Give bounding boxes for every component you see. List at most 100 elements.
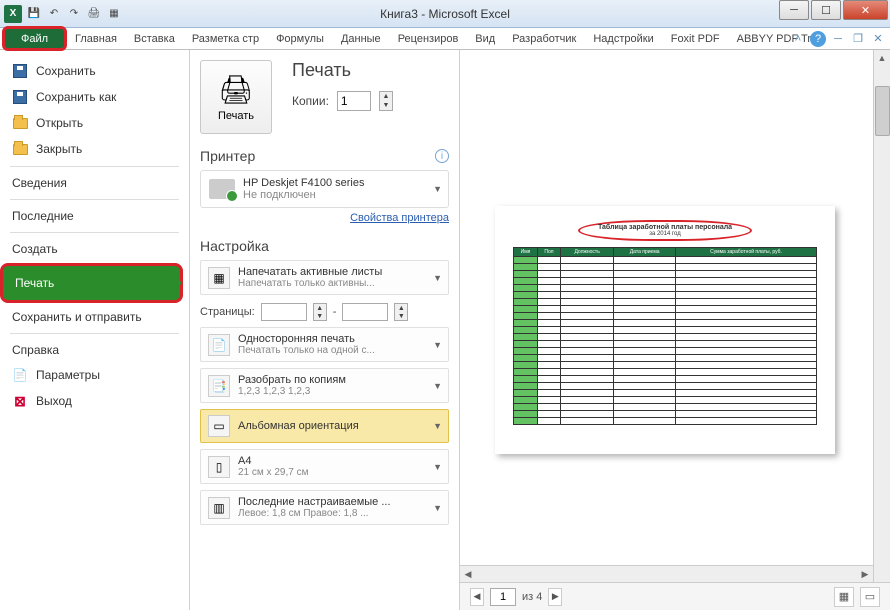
tab-pagelayout[interactable]: Разметка стр	[184, 28, 268, 49]
tab-formulas[interactable]: Формулы	[268, 28, 333, 49]
printer-icon: 🖨	[218, 73, 254, 106]
tab-foxit[interactable]: Foxit PDF	[663, 28, 729, 49]
print-button[interactable]: 🖨 Печать	[200, 60, 272, 134]
nav-separator	[10, 166, 179, 167]
pages-to-input[interactable]	[342, 303, 388, 321]
options-icon: 📄	[12, 367, 28, 383]
vertical-scrollbar[interactable]: ▲	[873, 50, 890, 582]
scroll-right-icon[interactable]: ▶	[857, 566, 873, 582]
chevron-down-icon: ▼	[433, 421, 442, 431]
nav-info[interactable]: Сведения	[0, 171, 189, 195]
chevron-down-icon: ▼	[433, 273, 442, 283]
nav-save-as[interactable]: Сохранить как	[0, 84, 189, 110]
pages-from-input[interactable]	[261, 303, 307, 321]
horizontal-scrollbar[interactable]: ◀ ▶	[460, 565, 873, 582]
nav-new[interactable]: Создать	[0, 237, 189, 261]
backstage-nav: Сохранить Сохранить как Открыть Закрыть …	[0, 50, 190, 610]
setting-margins[interactable]: ▥ Последние настраиваемые ... Левое: 1,8…	[200, 490, 449, 525]
chevron-down-icon: ▼	[433, 462, 442, 472]
ribbon-minimize-icon[interactable]: ˄	[790, 31, 806, 47]
scroll-up-icon[interactable]: ▲	[874, 50, 890, 66]
qat-save-icon[interactable]: 💾	[26, 6, 42, 22]
print-heading: Печать	[292, 60, 449, 81]
nav-close[interactable]: Закрыть	[0, 136, 189, 162]
setting-duplex[interactable]: 📄 Односторонняя печать Печатать только н…	[200, 327, 449, 362]
printer-section-heading: Принтер	[200, 148, 255, 164]
nav-separator	[10, 333, 179, 334]
pages-from-spinner[interactable]: ▲▼	[313, 303, 327, 321]
printer-properties-link[interactable]: Свойства принтера	[200, 212, 449, 224]
setting-orientation[interactable]: ▭ Альбомная ориентация ▼	[200, 409, 449, 443]
print-button-label: Печать	[218, 110, 254, 122]
nav-separator	[10, 232, 179, 233]
printer-info-icon[interactable]: i	[435, 149, 449, 163]
scrollbar-thumb[interactable]	[875, 86, 890, 136]
tab-review[interactable]: Рецензиров	[390, 28, 468, 49]
preview-page: Таблица заработной платы персонала за 20…	[495, 206, 835, 454]
show-margins-button[interactable]: ▭	[860, 587, 880, 607]
printer-name: HP Deskjet F4100 series	[243, 177, 364, 189]
page-of-label: из 4	[522, 591, 542, 603]
close-button[interactable]: ✕	[843, 0, 888, 20]
workbook-restore-icon[interactable]: ❐	[850, 31, 866, 47]
exit-icon: ⊠	[12, 393, 28, 409]
copies-input[interactable]	[337, 91, 371, 111]
ribbon-collapse-help: ˄ ? ─ ❐ ✕	[790, 28, 886, 49]
nav-recent[interactable]: Последние	[0, 204, 189, 228]
current-page-input[interactable]	[490, 588, 516, 606]
print-settings-panel: 🖨 Печать Печать Копии: ▲▼ Принтерi HP De…	[190, 50, 460, 610]
landscape-icon: ▭	[208, 415, 230, 437]
prev-page-button[interactable]: ◀	[470, 588, 484, 606]
tab-insert[interactable]: Вставка	[126, 28, 184, 49]
help-icon[interactable]: ?	[810, 31, 826, 47]
folder-open-icon	[13, 118, 28, 129]
zoom-to-page-button[interactable]: ▦	[834, 587, 854, 607]
tab-view[interactable]: Вид	[467, 28, 504, 49]
preview-statusbar: ◀ из 4 ▶ ▦ ▭	[460, 582, 890, 610]
chevron-down-icon: ▼	[433, 340, 442, 350]
nav-save[interactable]: Сохранить	[0, 58, 189, 84]
copies-spinner[interactable]: ▲▼	[379, 91, 393, 111]
nav-share[interactable]: Сохранить и отправить	[0, 305, 189, 329]
tab-developer[interactable]: Разработчик	[504, 28, 585, 49]
document-subtitle: за 2014 год	[598, 231, 732, 237]
nav-options[interactable]: 📄Параметры	[0, 362, 189, 388]
scroll-left-icon[interactable]: ◀	[460, 566, 476, 582]
tab-file[interactable]: Файл	[2, 26, 67, 51]
pages-to-spinner[interactable]: ▲▼	[394, 303, 408, 321]
qat-more-icon[interactable]: ▦	[106, 6, 122, 22]
annotation-oval: Таблица заработной платы персонала за 20…	[578, 220, 752, 241]
maximize-button[interactable]: ☐	[811, 0, 841, 20]
setting-print-what[interactable]: ▦ Напечатать активные листы Напечатать т…	[200, 260, 449, 295]
window-controls: ─ ☐ ✕	[779, 0, 890, 20]
qat-redo-icon[interactable]: ↷	[66, 6, 82, 22]
workbook-minimize-icon[interactable]: ─	[830, 31, 846, 47]
chevron-down-icon: ▼	[433, 381, 442, 391]
tab-addins[interactable]: Надстройки	[585, 28, 662, 49]
setting-paper-size[interactable]: ▯ A4 21 см x 29,7 см ▼	[200, 449, 449, 484]
nav-help[interactable]: Справка	[0, 338, 189, 362]
printer-selector[interactable]: HP Deskjet F4100 series Не подключен ▼	[200, 170, 449, 208]
workbook-close-icon[interactable]: ✕	[870, 31, 886, 47]
qat-print-icon[interactable]: 🖨	[86, 6, 102, 22]
print-preview-pane: Таблица заработной платы персонала за 20…	[460, 50, 890, 610]
excel-app-icon[interactable]: X	[4, 5, 22, 23]
tab-data[interactable]: Данные	[333, 28, 390, 49]
folder-close-icon	[13, 144, 28, 155]
nav-exit[interactable]: ⊠Выход	[0, 388, 189, 414]
nav-print[interactable]: Печать	[0, 263, 183, 303]
chevron-down-icon: ▼	[433, 503, 442, 513]
printer-status: Не подключен	[243, 189, 364, 201]
qat-undo-icon[interactable]: ↶	[46, 6, 62, 22]
ribbon-tabs: Файл Главная Вставка Разметка стр Формул…	[0, 28, 890, 50]
tab-home[interactable]: Главная	[67, 28, 126, 49]
titlebar: X 💾 ↶ ↷ 🖨 ▦ Книга3 - Microsoft Excel ─ ☐…	[0, 0, 890, 28]
nav-open[interactable]: Открыть	[0, 110, 189, 136]
next-page-button[interactable]: ▶	[548, 588, 562, 606]
sheets-icon: ▦	[208, 267, 230, 289]
pages-label: Страницы:	[200, 306, 255, 318]
setting-collate[interactable]: 📑 Разобрать по копиям 1,2,3 1,2,3 1,2,3 …	[200, 368, 449, 403]
minimize-button[interactable]: ─	[779, 0, 809, 20]
save-icon	[13, 64, 27, 78]
collate-icon: 📑	[208, 375, 230, 397]
